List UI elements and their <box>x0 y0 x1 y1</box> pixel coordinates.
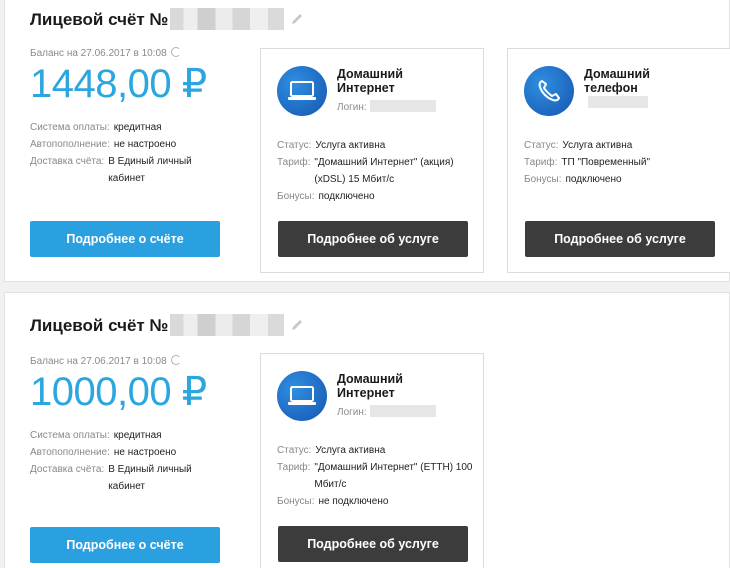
service-details-button[interactable]: Подробнее об услуге <box>278 221 468 257</box>
autopay-value: не настроено <box>113 447 177 458</box>
refresh-icon[interactable] <box>170 47 181 57</box>
service-info: Статус: Услуга активна Тариф: "Домашний Ин… <box>277 442 477 510</box>
service-name: Домашний Интернет <box>337 372 403 400</box>
delivery-label: Доставка счёта: <box>30 156 105 167</box>
bonus-label: Бонусы: <box>277 496 315 507</box>
payment-system-label: Система оплаты: <box>30 122 110 133</box>
bonus-value: подключено <box>318 191 375 202</box>
tariff-value: ТП "Повременный" <box>561 157 650 168</box>
tariff-value: "Домашний Интернет" (акция) (xDSL) 15 Мб… <box>314 157 454 185</box>
account-info: Система оплаты: кредитная Автопополнение:… <box>30 119 255 187</box>
payment-system-label: Система оплаты: <box>30 430 110 441</box>
balance-amount: 1448,00 ₽ <box>30 62 207 106</box>
payment-system-value: кредитная <box>113 430 162 441</box>
service-name: Домашний телефон <box>584 67 694 109</box>
account-details-button[interactable]: Подробнее о счёте <box>30 221 220 257</box>
account-details-button[interactable]: Подробнее о счёте <box>30 527 220 563</box>
service-name: Домашний Интернет <box>337 67 403 95</box>
balance-block: Баланс на 27.06.2017 в 10:08 1448,00 ₽ С… <box>30 47 255 187</box>
service-login: Логин: <box>337 405 436 418</box>
tariff-label: Тариф: <box>277 462 311 473</box>
tariff-value: "Домашний Интернет" (ETTH) 100 Мбит/с <box>314 462 473 490</box>
account-title-label: Лицевой счёт № <box>30 316 169 335</box>
payment-system-value: кредитная <box>113 122 162 133</box>
account-title: Лицевой счёт № <box>30 8 304 30</box>
balance-block: Баланс на 27.06.2017 в 10:08 1000,00 ₽ С… <box>30 355 255 495</box>
edit-icon[interactable] <box>290 318 304 332</box>
account-card: Лицевой счёт № Баланс на 27.06.2017 в 10… <box>4 292 730 568</box>
autopay-label: Автопополнение: <box>30 447 110 458</box>
autopay-value: не настроено <box>113 139 177 150</box>
balance-amount: 1000,00 ₽ <box>30 370 207 414</box>
service-details-button[interactable]: Подробнее об услуге <box>278 526 468 562</box>
phone-icon <box>524 66 574 116</box>
service-card-phone: Домашний телефон Статус: Услуга активна Т… <box>507 48 730 273</box>
login-masked <box>369 405 436 417</box>
service-login: Логин: <box>337 100 436 113</box>
bonus-value: подключено <box>565 174 622 185</box>
bonus-value: не подключено <box>318 496 389 507</box>
service-info: Статус: Услуга активна Тариф: "Домашний Ин… <box>277 137 477 205</box>
delivery-value: В Единый личный кабинет <box>108 156 192 184</box>
edit-icon[interactable] <box>290 12 304 26</box>
account-number-masked <box>170 314 285 336</box>
bonus-label: Бонусы: <box>524 174 562 185</box>
account-card: Лицевой счёт № Баланс на 27.06.2017 в 10… <box>4 0 730 282</box>
account-title: Лицевой счёт № <box>30 314 304 336</box>
service-details-button[interactable]: Подробнее об услуге <box>525 221 715 257</box>
status-value: Услуга активна <box>562 140 633 151</box>
delivery-label: Доставка счёта: <box>30 464 105 475</box>
laptop-icon <box>277 371 327 421</box>
autopay-label: Автопополнение: <box>30 139 110 150</box>
login-masked <box>369 100 436 112</box>
tariff-label: Тариф: <box>277 157 311 168</box>
service-card-internet: Домашний Интернет Логин: Статус: Услуга а… <box>260 353 484 568</box>
status-value: Услуга активна <box>315 140 386 151</box>
status-label: Статус: <box>524 140 559 151</box>
status-label: Статус: <box>277 445 312 456</box>
laptop-icon <box>277 66 327 116</box>
service-card-internet: Домашний Интернет Логин: Статус: Услуга а… <box>260 48 484 273</box>
delivery-value: В Единый личный кабинет <box>108 464 192 492</box>
status-value: Услуга активна <box>315 445 386 456</box>
balance-date: Баланс на 27.06.2017 в 10:08 <box>30 47 255 59</box>
account-number-masked <box>170 8 285 30</box>
refresh-icon[interactable] <box>170 355 181 365</box>
account-title-label: Лицевой счёт № <box>30 10 169 29</box>
status-label: Статус: <box>277 140 312 151</box>
service-info: Статус: Услуга активна Тариф: ТП "Повремен… <box>524 137 724 188</box>
bonus-label: Бонусы: <box>277 191 315 202</box>
balance-date: Баланс на 27.06.2017 в 10:08 <box>30 355 255 367</box>
account-info: Система оплаты: кредитная Автопополнение:… <box>30 427 255 495</box>
tariff-label: Тариф: <box>524 157 558 168</box>
phone-number-masked <box>588 96 648 108</box>
